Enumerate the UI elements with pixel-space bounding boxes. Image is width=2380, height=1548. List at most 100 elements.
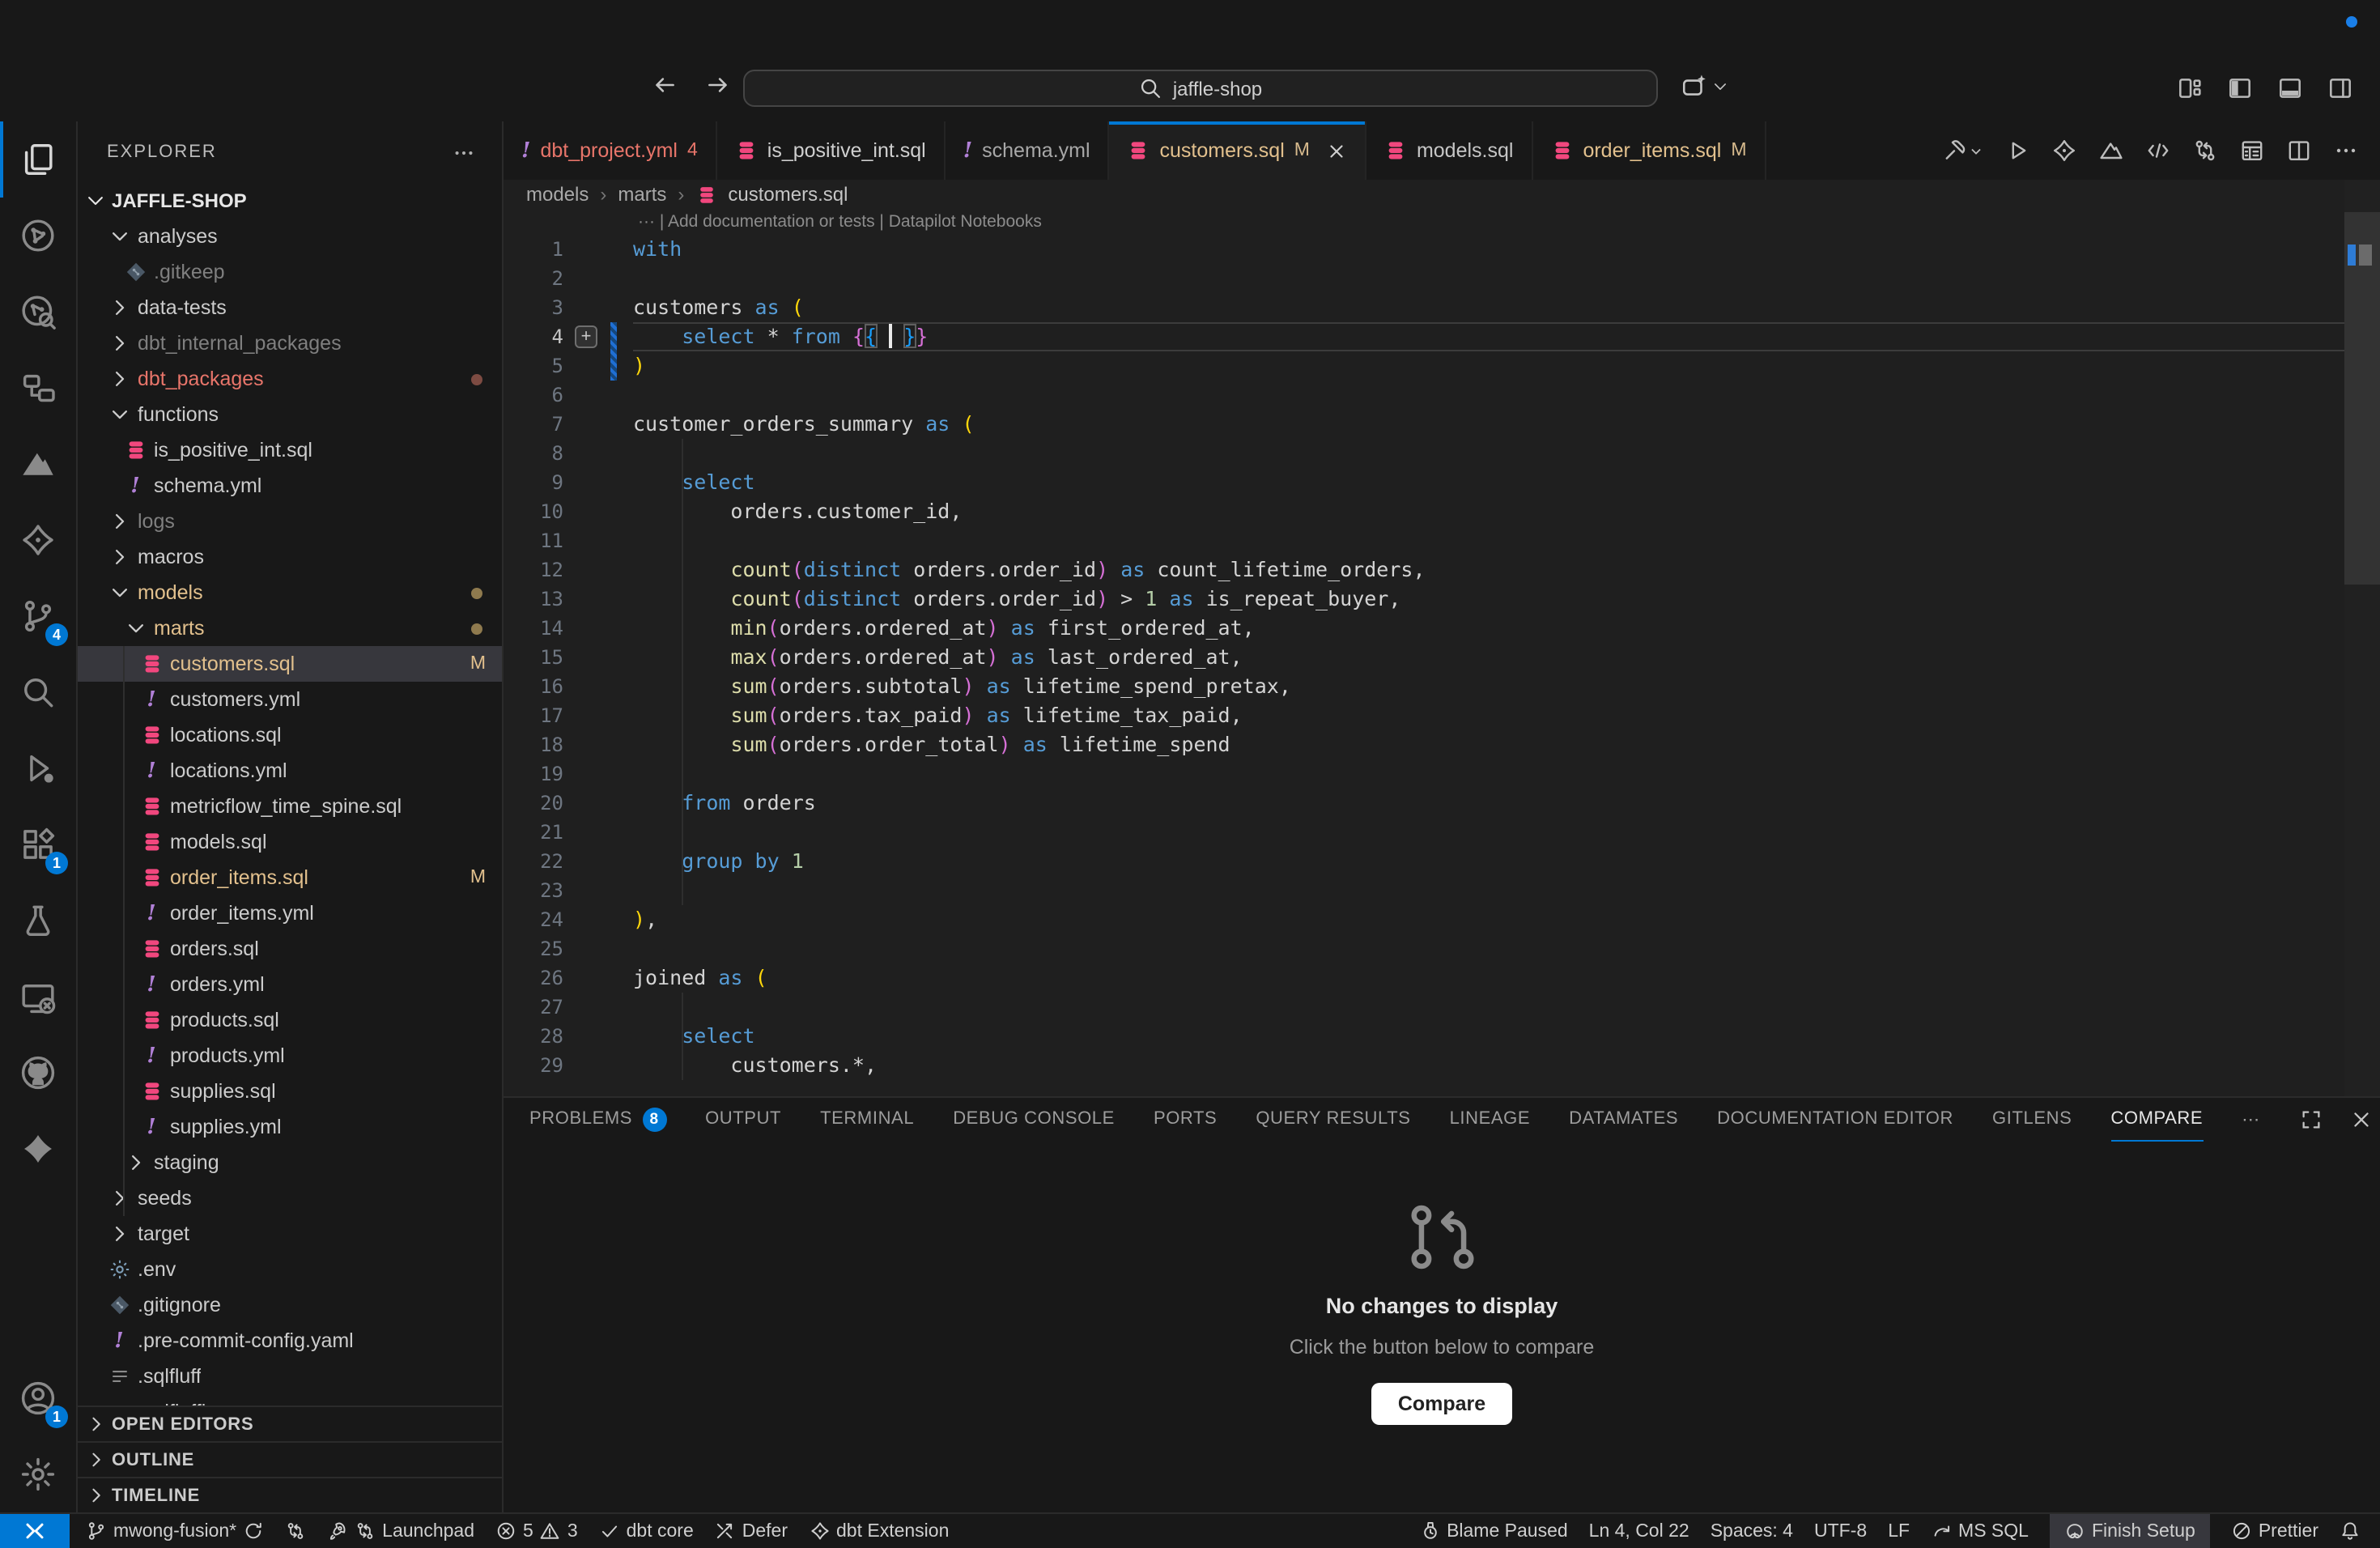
status-prettier[interactable]: Prettier — [2231, 1514, 2318, 1548]
code-line-10[interactable]: 10 orders.customer_id, — [504, 497, 2380, 526]
gutter[interactable]: 26 — [504, 963, 633, 993]
panel-tab-debug-console[interactable]: DEBUG CONSOLE — [953, 1098, 1115, 1142]
tree-item-orders.yml[interactable]: !orders.yml — [78, 967, 502, 1002]
gutter[interactable]: 29 — [504, 1051, 633, 1080]
activity-dbt-filled[interactable] — [0, 1111, 76, 1187]
maximize-panel-icon[interactable] — [2299, 1108, 2323, 1132]
status-eol[interactable]: LF — [1888, 1514, 1910, 1548]
gutter[interactable]: 27 — [504, 993, 633, 1022]
gutter[interactable]: 19 — [504, 759, 633, 789]
gutter[interactable]: 2 — [504, 264, 633, 293]
code-line-14[interactable]: 14 min(orders.ordered_at) as first_order… — [504, 614, 2380, 643]
tree-item-staging[interactable]: staging — [78, 1145, 502, 1180]
code-line-5[interactable]: 5 ) — [504, 351, 2380, 381]
tree-item-.sqlfluff[interactable]: .sqlfluff — [78, 1359, 502, 1394]
inline-add-button[interactable]: + — [575, 325, 597, 348]
gutter[interactable]: 6 — [504, 381, 633, 410]
breadcrumb-item[interactable]: models — [526, 183, 589, 206]
code-line-29[interactable]: 29 customers.*, — [504, 1051, 2380, 1080]
panel-tab-datamates[interactable]: DATAMATES — [1569, 1098, 1678, 1142]
datapilot-action-icon[interactable] — [2098, 138, 2124, 164]
breadcrumb-file[interactable]: customers.sql — [728, 183, 848, 206]
tree-item-customers.yml[interactable]: !customers.yml — [78, 682, 502, 717]
code-line-1[interactable]: 1 with — [504, 235, 2380, 264]
status-language-mode[interactable]: MS SQL — [1931, 1514, 2029, 1548]
code-line-6[interactable]: 6 — [504, 381, 2380, 410]
code-line-19[interactable]: 19 — [504, 759, 2380, 789]
tree-item-.pre-commit-config.yaml[interactable]: !.pre-commit-config.yaml — [78, 1323, 502, 1359]
status-branch-compare[interactable] — [285, 1514, 306, 1548]
tree-item-supplies.sql[interactable]: supplies.sql — [78, 1074, 502, 1109]
code-line-17[interactable]: 17 sum(orders.tax_paid) as lifetime_tax_… — [504, 701, 2380, 730]
toggle-secondary-sidebar-icon[interactable] — [2327, 74, 2354, 102]
tree-item-order_items.yml[interactable]: !order_items.yml — [78, 895, 502, 931]
scrollbar-thumb[interactable] — [2344, 212, 2380, 585]
gutter[interactable]: 21 — [504, 818, 633, 847]
tab-order_items.sql[interactable]: order_items.sql M — [1532, 121, 1766, 180]
status-defer[interactable]: Defer — [715, 1514, 788, 1548]
command-center-search[interactable]: jaffle-shop — [743, 70, 1658, 107]
close-panel-icon[interactable] — [2349, 1108, 2374, 1132]
panel-tab-gitlens[interactable]: GITLENS — [1992, 1098, 2072, 1142]
tree-item-.gitkeep[interactable]: .gitkeep — [78, 254, 502, 290]
nav-forward-icon[interactable] — [704, 71, 732, 99]
tree-item-seeds[interactable]: seeds — [78, 1180, 502, 1216]
gutter[interactable]: 23 — [504, 876, 633, 905]
dbt-build[interactable] — [1941, 138, 1983, 164]
run-query-icon[interactable] — [2004, 138, 2030, 164]
status-indentation[interactable]: Spaces: 4 — [1711, 1514, 1793, 1548]
activity-dbt-project-graph[interactable] — [0, 198, 76, 274]
gutter[interactable]: 1 — [504, 235, 633, 264]
compiled-code-icon[interactable] — [2145, 138, 2171, 164]
panel-tab-terminal[interactable]: TERMINAL — [820, 1098, 914, 1142]
tab-models.sql[interactable]: models.sql — [1366, 121, 1533, 180]
tree-item-supplies.yml[interactable]: !supplies.yml — [78, 1109, 502, 1145]
more-actions-icon[interactable] — [2333, 138, 2359, 164]
status-launchpad[interactable]: Launchpad — [327, 1514, 474, 1548]
activity-settings[interactable] — [0, 1436, 76, 1512]
tree-item-data-tests[interactable]: data-tests — [78, 290, 502, 325]
activity-source-control[interactable]: 4 — [0, 578, 76, 654]
code-line-18[interactable]: 18 sum(orders.order_total) as lifetime_s… — [504, 730, 2380, 759]
status-dbt-extension[interactable]: dbt Extension — [809, 1514, 949, 1548]
gutter[interactable]: 10 — [504, 497, 633, 526]
tree-item-models[interactable]: models — [78, 575, 502, 610]
gutter[interactable]: 8 — [504, 439, 633, 468]
compare-button[interactable]: Compare — [1372, 1383, 1511, 1425]
tree-item-functions[interactable]: functions — [78, 397, 502, 432]
copilot-menu[interactable] — [1681, 73, 1729, 100]
gutter[interactable]: 17 — [504, 701, 633, 730]
status-dbt-core[interactable]: dbt core — [599, 1514, 694, 1548]
gutter[interactable]: 28 — [504, 1022, 633, 1051]
tree-item-logs[interactable]: logs — [78, 504, 502, 539]
gutter[interactable]: 20 — [504, 789, 633, 818]
gutter[interactable]: 16 — [504, 672, 633, 701]
tree-item-dbt_internal_packages[interactable]: dbt_internal_packages — [78, 325, 502, 361]
tree-item-products.yml[interactable]: !products.yml — [78, 1038, 502, 1074]
activity-explorer[interactable] — [0, 121, 76, 198]
activity-dbt-model-search[interactable] — [0, 274, 76, 350]
tree-item-orders.sql[interactable]: orders.sql — [78, 931, 502, 967]
code-line-4[interactable]: 4+ select * from {{ }} — [504, 322, 2380, 351]
editor-scrollbar[interactable] — [2344, 180, 2380, 1096]
activity-extensions[interactable]: 1 — [0, 806, 76, 882]
code-line-22[interactable]: 22 group by 1 — [504, 847, 2380, 876]
code-line-12[interactable]: 12 count(distinct orders.order_id) as co… — [504, 555, 2380, 585]
activity-accounts[interactable]: 1 — [0, 1360, 76, 1436]
panel-tab-compare[interactable]: COMPARE — [2110, 1098, 2203, 1142]
code-line-26[interactable]: 26 joined as ( — [504, 963, 2380, 993]
panel-tab-documentation-editor[interactable]: DOCUMENTATION EDITOR — [1717, 1098, 1953, 1142]
code-line-27[interactable]: 27 — [504, 993, 2380, 1022]
activity-search[interactable] — [0, 654, 76, 730]
gutter[interactable]: 18 — [504, 730, 633, 759]
panel-tab-ports[interactable]: PORTS — [1154, 1098, 1217, 1142]
code-line-23[interactable]: 23 — [504, 876, 2380, 905]
gutter[interactable]: 24 — [504, 905, 633, 934]
dbt-power-user-action-icon[interactable] — [2051, 138, 2077, 164]
tree-item-.sqlfluffignore[interactable]: .sqlfluffignore — [78, 1394, 502, 1406]
toggle-sidebar-icon[interactable] — [2226, 74, 2254, 102]
toggle-panel-icon[interactable] — [2276, 74, 2304, 102]
code-line-24[interactable]: 24 ), — [504, 905, 2380, 934]
breadcrumb[interactable]: models›marts› customers.sql — [504, 180, 2380, 209]
activity-remote-explorer[interactable] — [0, 959, 76, 1035]
